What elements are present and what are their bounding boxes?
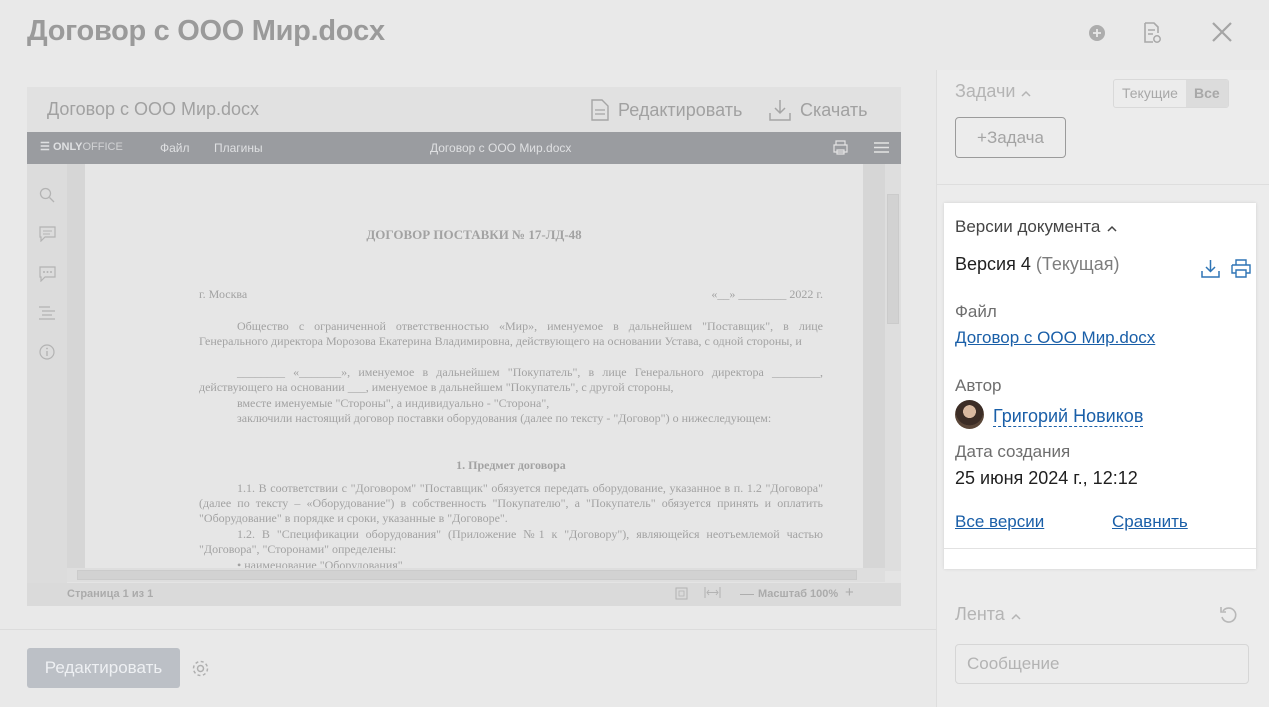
document-viewer-card: Договор с ООО Мир.docx Редактировать Ска… — [27, 87, 901, 606]
footer-divider — [0, 629, 936, 630]
comment-icon[interactable] — [39, 226, 56, 247]
paragraph: вместе именуемые "Стороны", а индивидуал… — [237, 396, 550, 410]
onlyoffice-logo-icon: ☰ — [40, 141, 50, 153]
panel-divider — [944, 548, 1256, 549]
paragraph: Общество с ограниченной ответственностью… — [199, 319, 823, 348]
navigation-icon[interactable] — [39, 306, 55, 325]
info-icon[interactable] — [39, 344, 55, 365]
close-icon[interactable] — [1211, 21, 1233, 43]
print-icon[interactable] — [1231, 259, 1251, 283]
menu-file[interactable]: Файл — [160, 141, 190, 155]
filter-all[interactable]: Все — [1185, 80, 1228, 107]
document-page: ДОГОВОР ПОСТАВКИ № 17-ЛД-48 г. Москва «_… — [85, 164, 863, 571]
horizontal-scrollbar[interactable] — [67, 568, 885, 582]
chevron-up-icon — [1107, 217, 1117, 237]
document-canvas[interactable]: ДОГОВОР ПОСТАВКИ № 17-ЛД-48 г. Москва «_… — [67, 164, 885, 571]
feed-title: Лента — [955, 604, 1005, 624]
gear-icon[interactable] — [191, 659, 210, 683]
all-versions-link[interactable]: Все версии — [955, 512, 1044, 532]
refresh-icon[interactable] — [1219, 605, 1239, 630]
task-filter: Текущие Все — [1113, 79, 1229, 108]
vertical-scrollbar[interactable] — [885, 164, 901, 571]
onlyoffice-toolbar: ☰ ONLYOFFICE Файл Плагины Договор с ООО … — [27, 132, 901, 164]
author-link[interactable]: Григорий Новиков — [993, 406, 1144, 427]
edit-button[interactable]: Редактировать — [27, 648, 180, 688]
menu-plugins[interactable]: Плагины — [214, 141, 263, 155]
editor-document-name: Договор с ООО Мир.docx — [430, 141, 572, 155]
page-title: Договор с ООО Мир.docx — [27, 15, 385, 47]
document-settings-icon[interactable] — [1142, 22, 1162, 44]
document-versions-panel: Версии документа Версия 4 (Текущая) Файл… — [944, 203, 1256, 569]
creation-date-value: 25 июня 2024 г., 12:12 — [955, 468, 1138, 488]
filter-current[interactable]: Текущие — [1114, 80, 1186, 107]
download-document-label: Скачать — [800, 99, 868, 120]
document-card-title: Договор с ООО Мир.docx — [47, 99, 260, 119]
page-counter: Страница 1 из 1 — [67, 588, 154, 600]
add-circle-icon[interactable] — [1088, 24, 1106, 42]
horizontal-scrollbar-thumb[interactable] — [77, 570, 857, 580]
add-task-button[interactable]: +Задача — [955, 117, 1066, 158]
print-icon[interactable] — [832, 140, 849, 158]
creation-date-label: Дата создания — [955, 442, 1071, 461]
paragraph: заключили настоящий договор поставки обо… — [237, 411, 772, 425]
onlyoffice-logo: ☰ ONLYOFFICE — [40, 140, 123, 153]
avatar — [955, 400, 984, 429]
author-label: Автор — [955, 376, 1002, 395]
paragraph: ________ «_______», именуемое в дальнейш… — [199, 365, 823, 394]
download-icon[interactable] — [1201, 259, 1220, 283]
versions-title: Версии документа — [955, 217, 1101, 236]
city-line: г. Москва «__» ________ 2022 г. — [199, 287, 823, 302]
contract-title: ДОГОВОР ПОСТАВКИ № 17-ЛД-48 — [366, 227, 582, 242]
feed-section-toggle[interactable]: Лента — [955, 604, 1021, 625]
chevron-up-icon — [1011, 604, 1021, 625]
onlyoffice-brand-bold: ONLY — [52, 141, 83, 153]
version-heading: Версия 4 (Текущая) — [955, 254, 1120, 275]
document-card-header: Договор с ООО Мир.docx Редактировать Ска… — [27, 87, 901, 132]
editor-left-sidebar — [27, 164, 67, 583]
versions-section-toggle[interactable]: Версии документа — [955, 217, 1117, 237]
compare-link[interactable]: Сравнить — [1112, 512, 1188, 532]
version-status: (Текущая) — [1035, 254, 1120, 274]
edit-document-link[interactable]: Редактировать — [591, 99, 742, 121]
date-text: «__» ________ 2022 г. — [711, 287, 823, 301]
zoom-out-icon[interactable]: — — [740, 585, 754, 601]
chat-icon[interactable] — [39, 266, 56, 287]
file-link[interactable]: Договор с ООО Мир.docx — [955, 328, 1155, 348]
chevron-up-icon — [1021, 81, 1031, 102]
section-heading: 1. Предмет договора — [456, 458, 566, 472]
vertical-scrollbar-thumb[interactable] — [887, 194, 899, 324]
tasks-title: Задачи — [955, 81, 1016, 101]
paragraph: 1.2. В "Спецификации оборудования" (Прил… — [199, 527, 823, 556]
zoom-in-icon[interactable]: + — [845, 584, 854, 601]
file-label: Файл — [955, 302, 997, 321]
zoom-level: Масштаб 100% — [758, 588, 839, 600]
edit-document-label: Редактировать — [618, 99, 743, 120]
city-text: г. Москва — [199, 287, 248, 301]
fit-width-icon[interactable] — [704, 586, 721, 602]
tasks-section-toggle[interactable]: Задачи — [955, 81, 1031, 102]
paragraph: 1.1. В соответствии с "Договором" "Поста… — [199, 481, 823, 525]
fit-page-icon[interactable] — [675, 587, 688, 603]
hamburger-menu-icon[interactable] — [874, 141, 889, 157]
download-document-link[interactable]: Скачать — [769, 99, 868, 121]
editor-status-bar: Страница 1 из 1 — Масштаб 100% + — [27, 583, 901, 606]
message-input[interactable] — [955, 644, 1249, 684]
download-icon — [769, 100, 791, 121]
onlyoffice-brand-light: OFFICE — [82, 141, 123, 153]
search-icon[interactable] — [39, 187, 55, 208]
version-number: Версия 4 — [955, 254, 1031, 274]
document-edit-icon — [591, 99, 609, 121]
section-divider — [937, 184, 1269, 185]
